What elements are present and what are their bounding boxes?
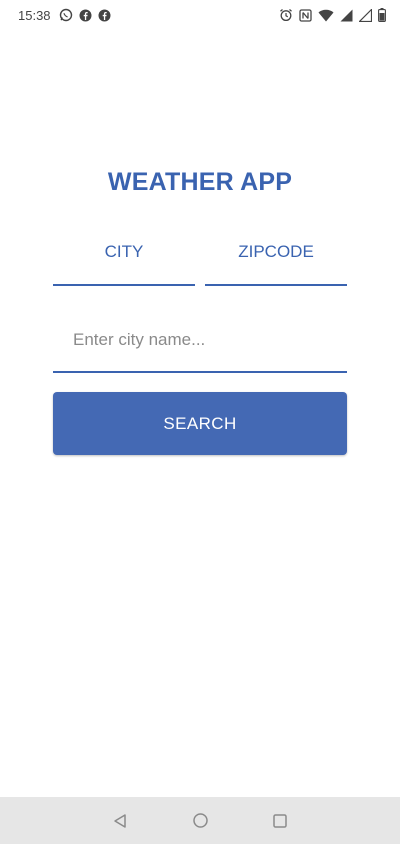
status-time: 15:38 (18, 7, 51, 23)
status-bar: 15:38 (0, 0, 400, 30)
alarm-icon (279, 8, 293, 22)
search-button[interactable]: SEARCH (53, 392, 347, 455)
city-input-container (53, 318, 347, 373)
wifi-icon (318, 9, 334, 22)
nfc-icon (299, 8, 312, 22)
facebook-icon (79, 9, 92, 22)
battery-icon (378, 8, 386, 22)
search-mode-tabs: CITY ZIPCODE (53, 236, 347, 286)
screen: 15:38 WEATHER APP CITY ZIPCODE Enter cit… (0, 0, 400, 844)
signal-icon (359, 8, 372, 22)
home-icon[interactable] (185, 806, 215, 836)
navigation-bar (0, 797, 400, 844)
whatsapp-icon (59, 8, 73, 22)
signal-icon (340, 9, 353, 22)
back-icon[interactable] (105, 806, 135, 836)
facebook-icon (98, 9, 111, 22)
app-title: WEATHER APP (107, 168, 293, 196)
tab-city[interactable]: CITY (53, 236, 195, 286)
city-name-input[interactable] (53, 318, 347, 371)
status-left: 15:38 (18, 8, 111, 23)
status-right (279, 8, 386, 22)
recents-icon[interactable] (265, 806, 295, 836)
tab-zipcode[interactable]: ZIPCODE (205, 236, 347, 286)
